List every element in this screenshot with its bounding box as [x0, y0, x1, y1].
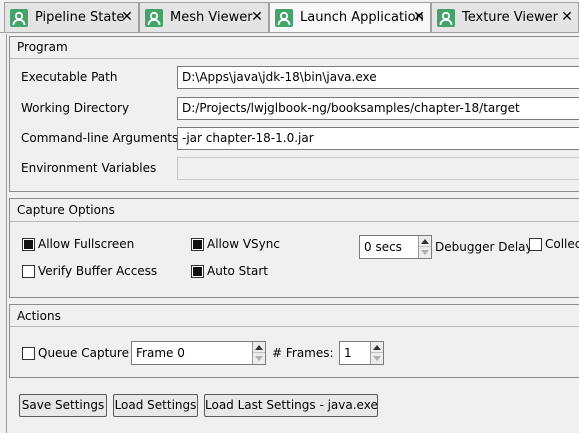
checkbox-unchecked[interactable]: [529, 238, 542, 251]
tab-texture-viewer[interactable]: Texture Viewer ✕: [431, 2, 579, 32]
divider: [10, 58, 579, 59]
allow-fullscreen-label: Allow Fullscreen: [38, 237, 135, 251]
spin-down-icon[interactable]: [253, 353, 265, 364]
spin-up-icon[interactable]: [371, 342, 383, 353]
user-icon: [10, 9, 28, 27]
capture-options-title: Capture Options: [17, 203, 115, 217]
checkbox-checked[interactable]: [191, 265, 204, 278]
divider: [10, 326, 579, 327]
environment-variables-label: Environment Variables: [21, 161, 157, 175]
spinner-arrows: [252, 342, 265, 364]
num-frames-spinbox[interactable]: 1: [339, 341, 384, 365]
program-title: Program: [17, 40, 68, 54]
working-directory-input[interactable]: D:/Projects/lwjglbook-ng/booksamples/cha…: [177, 97, 579, 120]
close-icon[interactable]: ✕: [120, 8, 134, 26]
load-last-settings-button[interactable]: Load Last Settings - java.exe: [204, 394, 378, 417]
checkbox-unchecked[interactable]: [22, 265, 35, 278]
tab-launch-application[interactable]: Launch Application ✕: [269, 2, 431, 32]
executable-path-input[interactable]: D:\Apps\java\jdk-18\bin\java.exe: [177, 66, 579, 89]
user-icon: [275, 9, 293, 27]
tab-label: Texture Viewer: [462, 10, 558, 25]
tab-label: Pipeline State: [35, 10, 125, 25]
working-directory-label: Working Directory: [21, 101, 130, 115]
close-icon[interactable]: ✕: [250, 8, 264, 26]
num-frames-value[interactable]: 1: [344, 346, 352, 360]
verify-buffer-access-label: Verify Buffer Access: [38, 264, 158, 278]
allow-vsync-label: Allow VSync: [207, 237, 280, 251]
debugger-delay-label: Debugger Delay: [435, 240, 533, 254]
spinner-arrows: [418, 236, 431, 258]
save-settings-button[interactable]: Save Settings: [19, 394, 107, 417]
load-settings-button[interactable]: Load Settings: [113, 394, 198, 417]
tab-mesh-viewer[interactable]: Mesh Viewer ✕: [139, 2, 269, 32]
debugger-delay-spinbox[interactable]: 0 secs: [359, 235, 432, 259]
close-icon[interactable]: ✕: [560, 8, 574, 26]
num-frames-label: # Frames:: [272, 346, 334, 360]
capture-frame-spinbox[interactable]: Frame 0: [131, 341, 266, 365]
spinner-arrows: [370, 342, 383, 364]
actions-title: Actions: [17, 309, 61, 323]
auto-start-label: Auto Start: [207, 264, 268, 278]
checkbox-checked[interactable]: [22, 238, 35, 251]
checkbox-checked[interactable]: [191, 238, 204, 251]
collect-label: Collec: [545, 237, 579, 251]
close-icon[interactable]: ✕: [412, 8, 426, 26]
actions-group: [9, 304, 579, 378]
checkbox-unchecked[interactable]: [22, 347, 35, 360]
tab-bar: Pipeline State ✕ Mesh Viewer ✕ Launch Ap…: [0, 0, 579, 34]
capture-frame-value[interactable]: Frame 0: [136, 346, 185, 360]
user-icon: [145, 9, 163, 27]
tab-label: Launch Application: [300, 10, 424, 25]
user-icon: [437, 9, 455, 27]
spin-down-icon[interactable]: [419, 247, 431, 258]
divider: [10, 221, 579, 222]
tab-divider: [0, 32, 579, 33]
environment-variables-field[interactable]: [177, 157, 579, 180]
tab-pipeline-state[interactable]: Pipeline State ✕: [4, 2, 139, 32]
tab-label: Mesh Viewer: [170, 10, 253, 25]
executable-path-label: Executable Path: [21, 70, 118, 84]
queue-capture-label: Queue Capture: [38, 346, 129, 360]
spin-down-icon[interactable]: [371, 353, 383, 364]
debugger-delay-value[interactable]: 0 secs: [364, 240, 402, 254]
command-line-arguments-input[interactable]: -jar chapter-18-1.0.jar: [177, 127, 579, 150]
spin-up-icon[interactable]: [253, 342, 265, 353]
command-line-arguments-label: Command-line Arguments: [21, 131, 179, 145]
spin-up-icon[interactable]: [419, 236, 431, 247]
